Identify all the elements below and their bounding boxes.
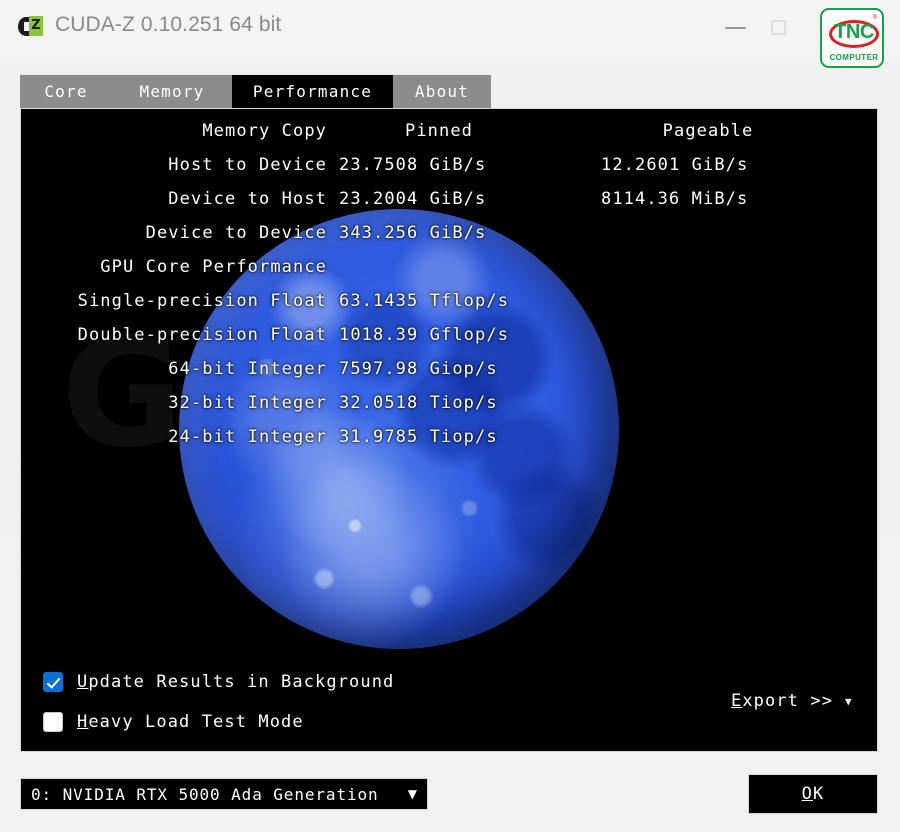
label-rest: K <box>813 784 825 804</box>
row-value: 7597.98 Giop/s <box>339 359 498 379</box>
table-row: Double-precision Float 1018.39 Gflop/s <box>21 325 877 359</box>
accel-key: H <box>77 712 89 732</box>
tnc-subtitle-text: COMPUTER <box>829 53 879 62</box>
heavy-load-label: Heavy Load Test Mode <box>77 712 304 732</box>
row-value: 31.9785 Tiop/s <box>339 427 498 447</box>
label-rest: pdate Results in Background <box>88 672 395 692</box>
row-label: 32-bit Integer <box>168 393 327 413</box>
label-rest: eavy Load Test Mode <box>88 712 304 732</box>
device-select[interactable]: 0: NVIDIA RTX 5000 Ada Generation ▼ <box>20 778 428 810</box>
row-label: 24-bit Integer <box>168 427 327 447</box>
row-label: Single-precision Float <box>77 291 327 311</box>
heavy-load-option[interactable]: Heavy Load Test Mode <box>43 709 304 735</box>
gpu-core-section-label: GPU Core Performance <box>100 257 327 277</box>
cuda-z-logo-icon: Z <box>18 16 44 38</box>
table-row: Single-precision Float 63.1435 Tflop/s <box>21 291 877 325</box>
readout-header-row: Memory Copy Pinned Pageable <box>21 121 877 155</box>
row-value: 1018.39 Gflop/s <box>339 325 510 345</box>
performance-content-panel: GEEK Memory Copy Pinned Pageable Host to… <box>20 108 878 752</box>
minimize-button[interactable] <box>715 12 759 42</box>
table-row: Device to Host 23.2004 GiB/s 8114.36 MiB… <box>21 189 877 223</box>
maximize-button[interactable] <box>758 12 802 42</box>
cuda-z-window: Z CUDA-Z 0.10.251 64 bit TNC COMPUTER ® … <box>0 0 900 832</box>
minimize-icon <box>725 27 746 29</box>
device-select-value: 0: NVIDIA RTX 5000 Ada Generation <box>31 784 379 804</box>
ok-button[interactable]: OK <box>748 774 878 814</box>
registered-mark-icon: ® <box>872 15 877 21</box>
row-pinned-value: 23.7508 GiB/s <box>339 155 487 175</box>
table-row: Host to Device 23.7508 GiB/s 12.2601 GiB… <box>21 155 877 189</box>
label-rest: xport >> <box>742 691 834 711</box>
gpu-core-section-row: GPU Core Performance <box>21 257 877 291</box>
tnc-brand-text: TNC <box>834 21 874 43</box>
tab-about[interactable]: About <box>393 74 491 108</box>
tab-strip: Core Memory Performance About <box>20 74 491 108</box>
performance-readout: Memory Copy Pinned Pageable Host to Devi… <box>21 121 877 461</box>
table-row: 32-bit Integer 32.0518 Tiop/s <box>21 393 877 427</box>
row-label: Device to Host <box>168 189 327 209</box>
row-value: 32.0518 Tiop/s <box>339 393 498 413</box>
memory-copy-section-label: Memory Copy <box>202 121 327 141</box>
chevron-down-icon[interactable]: ▼ <box>845 696 853 707</box>
row-pageable-value: 8114.36 MiB/s <box>601 189 749 209</box>
row-label: Device to Device <box>145 223 327 243</box>
ok-button-label: OK <box>802 784 825 804</box>
row-label: 64-bit Integer <box>168 359 327 379</box>
chevron-down-icon[interactable]: ▼ <box>408 787 417 801</box>
accel-key: E <box>731 691 743 711</box>
table-row: 24-bit Integer 31.9785 Tiop/s <box>21 427 877 461</box>
tnc-computer-watermark-logo: TNC COMPUTER ® <box>820 8 884 68</box>
column-header-pinned: Pinned <box>404 121 473 141</box>
table-row: Device to Device 343.256 GiB/s <box>21 223 877 257</box>
table-row: 64-bit Integer 7597.98 Giop/s <box>21 359 877 393</box>
accel-key: O <box>801 784 813 804</box>
row-pinned-value: 23.2004 GiB/s <box>339 189 487 209</box>
row-pageable-value: 12.2601 GiB/s <box>601 155 749 175</box>
export-label: Export >> <box>731 691 833 711</box>
row-pinned-value: 343.256 GiB/s <box>339 223 487 243</box>
tab-core[interactable]: Core <box>20 74 112 108</box>
window-title: CUDA-Z 0.10.251 64 bit <box>55 13 282 36</box>
maximize-icon <box>771 20 786 35</box>
row-label: Host to Device <box>168 155 327 175</box>
update-results-option[interactable]: Update Results in Background <box>43 669 394 695</box>
update-results-checkbox[interactable] <box>43 672 63 692</box>
tab-memory[interactable]: Memory <box>112 74 232 108</box>
row-label: Double-precision Float <box>77 325 327 345</box>
export-button[interactable]: Export >> ▼ <box>731 691 853 711</box>
column-header-pageable: Pageable <box>662 121 754 141</box>
heavy-load-checkbox[interactable] <box>43 712 63 732</box>
accel-key: U <box>77 672 89 692</box>
tab-performance[interactable]: Performance <box>232 74 393 108</box>
row-value: 63.1435 Tflop/s <box>339 291 510 311</box>
title-bar: Z CUDA-Z 0.10.251 64 bit TNC COMPUTER ® <box>0 0 900 68</box>
update-results-label: Update Results in Background <box>77 672 394 692</box>
